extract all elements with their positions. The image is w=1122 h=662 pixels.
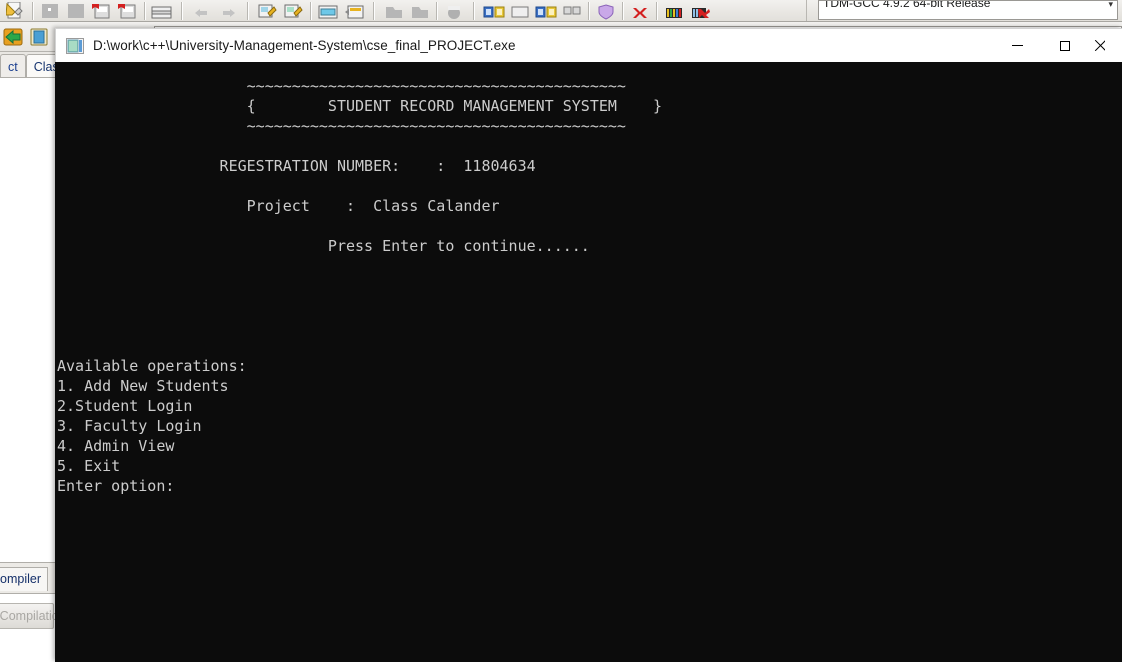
debug-button[interactable] (661, 0, 687, 21)
toggle-panel-button[interactable] (26, 23, 52, 51)
close-button[interactable] (1088, 29, 1122, 63)
console-title-text: D:\work\c++\University-Management-System… (93, 38, 516, 53)
bottom-tab-compiler-label: Compiler (0, 572, 42, 586)
maximize-icon (1059, 40, 1070, 51)
toolbar-separator (181, 2, 183, 20)
syntax-check-icon (563, 6, 581, 15)
redo-button[interactable] (215, 0, 241, 21)
stop-x-icon (633, 8, 647, 18)
toolbar-separator (473, 2, 475, 20)
close-file-icon (118, 4, 136, 19)
maximize-button[interactable] (1041, 29, 1088, 63)
rebuild-button[interactable] (533, 0, 559, 21)
delete-watch-button[interactable] (687, 0, 713, 21)
project-options-button[interactable] (407, 0, 433, 21)
toolbar-group-search (252, 0, 370, 21)
window-controls (994, 29, 1122, 63)
find-icon (258, 4, 277, 18)
debug-bars-icon (666, 8, 682, 18)
chevron-down-icon: ▾ (1108, 0, 1113, 9)
compiler-selector[interactable]: TDM-GCC 4.9.2 64-bit Release ▾ (818, 0, 1118, 20)
replace-button[interactable] (281, 0, 307, 21)
close-icon (1094, 40, 1105, 51)
toolbar-separator (588, 2, 590, 20)
console-window[interactable]: D:\work\c++\University-Management-System… (55, 28, 1122, 662)
new-file-icon (6, 2, 23, 19)
minimize-button[interactable] (994, 29, 1041, 63)
toolbar-separator (144, 2, 146, 20)
new-file-button[interactable] (3, 0, 29, 21)
ide-toolbar: TDM-GCC 4.9.2 64-bit Release ▾ (0, 0, 1122, 22)
compile-and-run-button[interactable] (507, 0, 533, 21)
toolbar-separator (310, 2, 312, 20)
minimize-icon (1012, 45, 1023, 46)
console-titlebar[interactable]: D:\work\c++\University-Management-System… (55, 28, 1122, 62)
insert-snippet-button[interactable] (0, 23, 26, 51)
goto-function-button[interactable] (341, 0, 367, 21)
project-tab-project[interactable]: ct (0, 54, 26, 78)
toolbar-group-undo (186, 0, 244, 21)
replace-icon (284, 4, 303, 18)
project-options-icon (412, 7, 428, 18)
project-tab-project-label: ct (8, 59, 18, 74)
delete-watch-icon (692, 8, 710, 18)
toolbar-separator (656, 2, 658, 20)
toolbar-separator (373, 2, 375, 20)
save-file-button[interactable] (63, 0, 89, 21)
open-file-button[interactable] (37, 0, 63, 21)
toolbar-group-project (378, 0, 470, 21)
undo-arrow-icon (195, 9, 207, 17)
find-button[interactable] (255, 0, 281, 21)
redo-arrow-icon (223, 9, 235, 17)
toolbar-separator (32, 2, 34, 20)
rebuild-icon (535, 6, 557, 18)
bottom-tab-compiler[interactable]: Compiler (0, 566, 49, 591)
compile-run-icon (511, 6, 529, 18)
run-icon (483, 6, 505, 18)
console-output-area[interactable]: ~~~~~~~~~~~~~~~~~~~~~~~~~~~~~~~~~~~~~~~~… (55, 62, 1122, 662)
project-icon (386, 7, 402, 18)
toolbar-separator (436, 2, 438, 20)
shield-icon (598, 4, 614, 20)
insert-arrow-icon (3, 28, 23, 45)
console-menu: Available operations: 1. Add New Student… (57, 357, 247, 495)
console-project-info: REGESTRATION NUMBER: : 11804634 Project … (219, 157, 590, 255)
profile-button[interactable] (593, 0, 619, 21)
save-disk-icon (68, 4, 84, 18)
toolbar-separator (247, 2, 249, 20)
stop-execution-button[interactable] (627, 0, 653, 21)
printer-icon (151, 6, 172, 19)
undo-button[interactable] (189, 0, 215, 21)
toolbar-group-file (0, 0, 178, 21)
save-all-icon (92, 4, 110, 19)
open-folder-icon (42, 4, 58, 18)
save-all-button[interactable] (89, 0, 115, 21)
goto-function-icon (345, 5, 364, 19)
compiler-selector-frame: TDM-GCC 4.9.2 64-bit Release ▾ (806, 0, 1122, 21)
syntax-check-button[interactable] (559, 0, 585, 21)
goto-line-icon (318, 5, 338, 19)
goto-line-button[interactable] (315, 0, 341, 21)
toolbar-group-run (478, 0, 716, 21)
run-button[interactable] (481, 0, 507, 21)
compile-gear-icon (448, 6, 460, 19)
console-banner: ~~~~~~~~~~~~~~~~~~~~~~~~~~~~~~~~~~~~~~~~… (246, 77, 663, 135)
compile-button[interactable] (441, 0, 467, 21)
close-file-button[interactable] (115, 0, 141, 21)
new-project-button[interactable] (381, 0, 407, 21)
print-button[interactable] (149, 0, 175, 21)
toolbar-separator (622, 2, 624, 20)
compiler-selector-value: TDM-GCC 4.9.2 64-bit Release (823, 0, 991, 10)
panel-toggle-icon (30, 28, 48, 45)
console-window-icon (66, 37, 84, 54)
abort-compilation-button: Abort Compilation (0, 603, 66, 629)
